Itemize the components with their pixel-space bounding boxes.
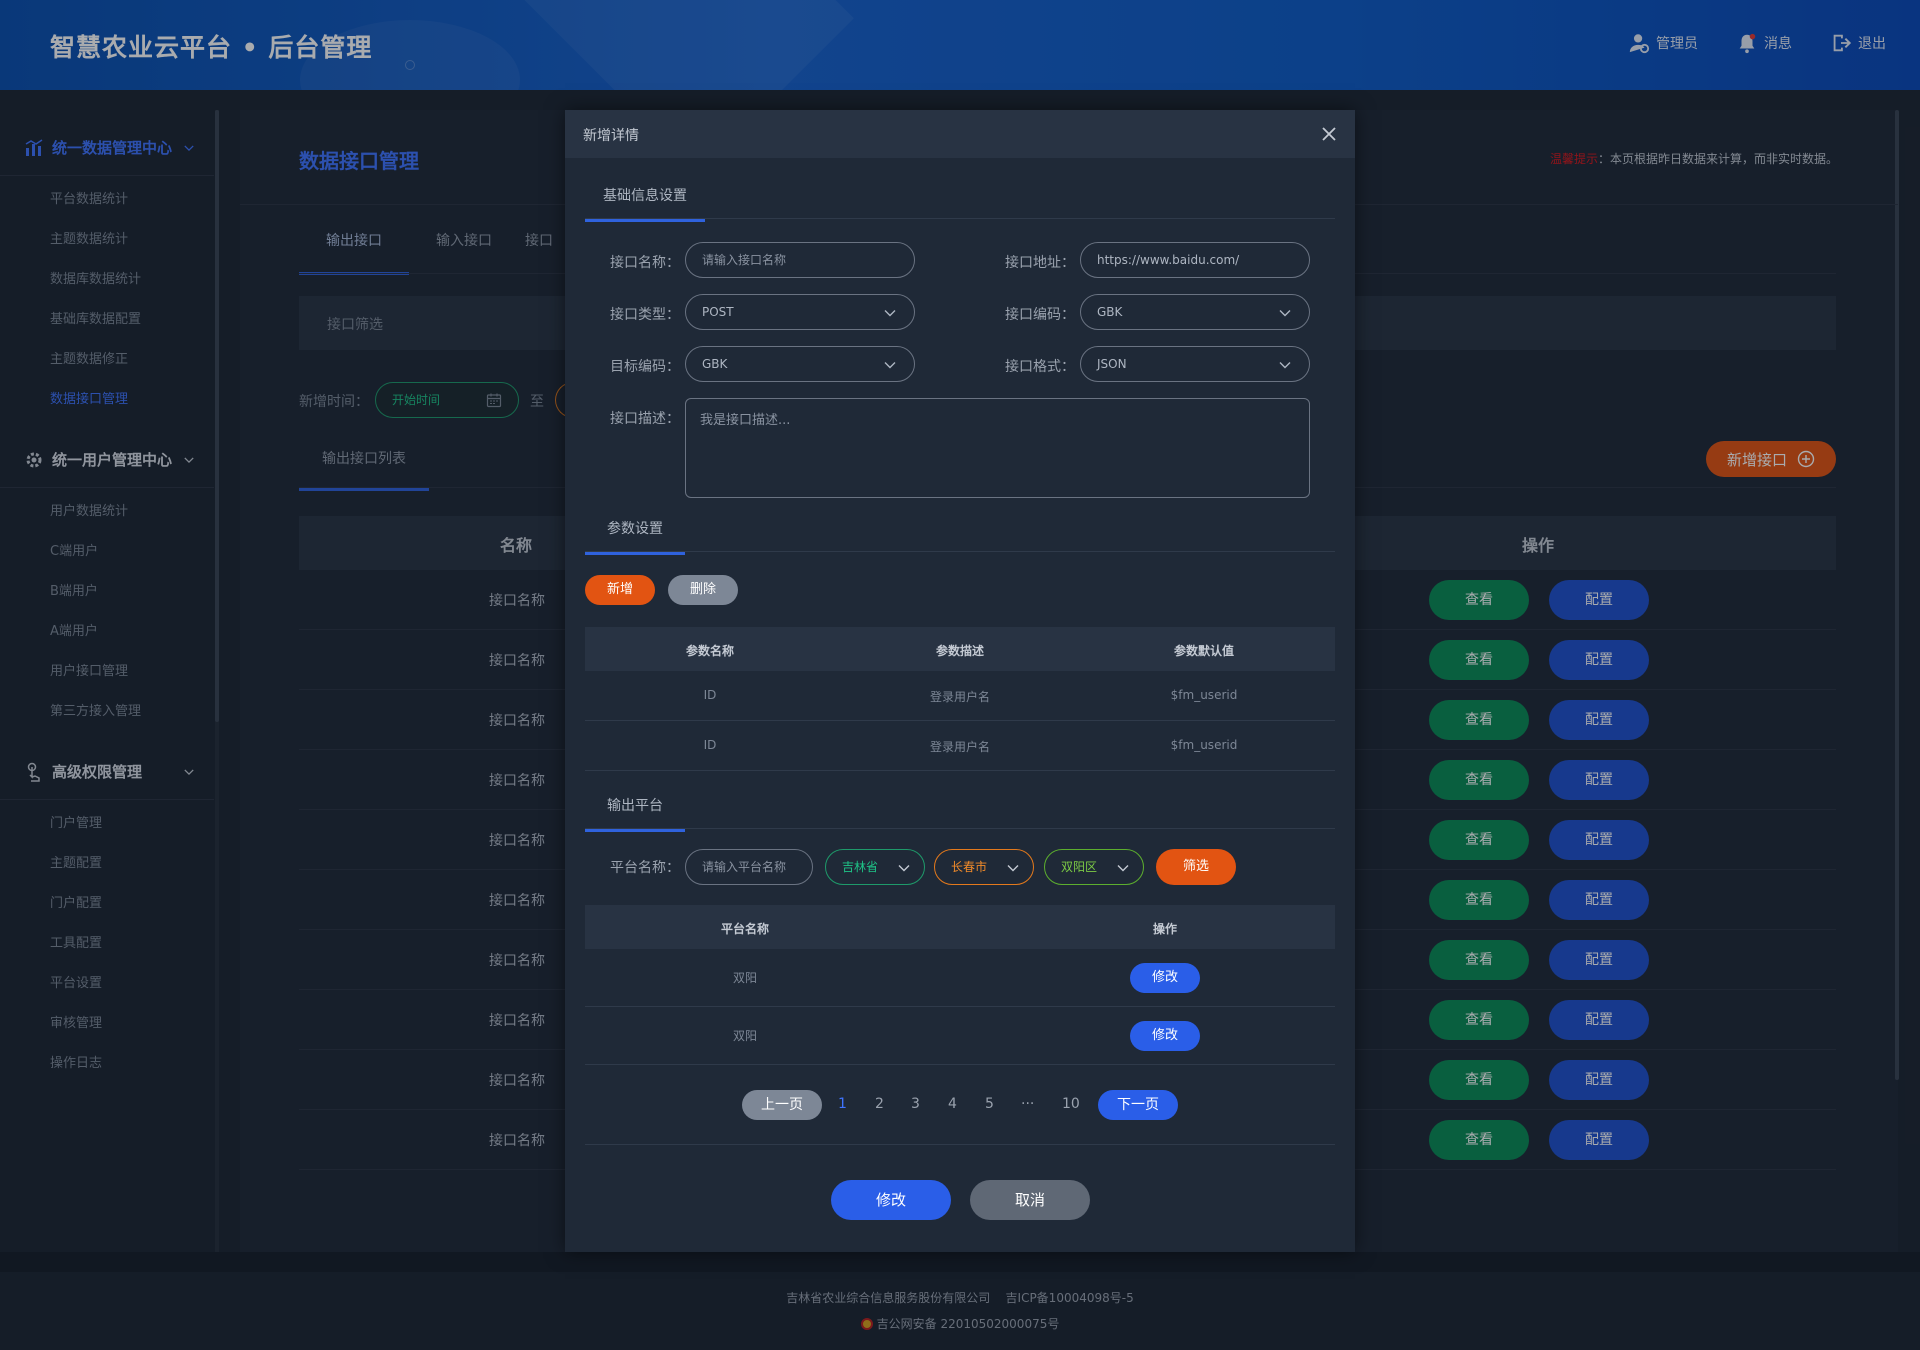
chevron-down-icon	[898, 865, 910, 872]
interface-format-select[interactable]: JSON	[1080, 346, 1310, 382]
divider	[585, 1144, 1335, 1145]
param-default-cell: $fm_userid	[1170, 738, 1238, 752]
interface-type-select[interactable]: POST	[685, 294, 915, 330]
divider	[585, 551, 1335, 552]
chevron-down-icon	[884, 310, 896, 317]
chevron-down-icon	[1279, 362, 1291, 369]
tab-output-platform[interactable]: 输出平台	[585, 795, 685, 832]
page-number[interactable]: 1	[838, 1096, 847, 1112]
page-number[interactable]: 10	[1062, 1096, 1080, 1112]
platform-name-cell: 双阳	[732, 1029, 758, 1043]
close-icon[interactable]	[1319, 124, 1339, 144]
cancel-button[interactable]: 取消	[970, 1180, 1090, 1220]
submit-button[interactable]: 修改	[831, 1180, 951, 1220]
interface-url-input[interactable]: https://www.baidu.com/	[1080, 242, 1310, 278]
desc-label: 接口描述：	[610, 411, 680, 427]
param-name-cell: ID	[703, 688, 717, 702]
target-label: 目标编码：	[610, 359, 680, 375]
chevron-down-icon	[1007, 865, 1019, 872]
type-label: 接口类型：	[610, 307, 680, 323]
filter-button[interactable]: 筛选	[1156, 849, 1236, 885]
param-default-cell: $fm_userid	[1170, 688, 1238, 702]
platform-col-name: 平台名称	[720, 922, 770, 936]
table-row[interactable]: 双阳 修改	[585, 949, 1335, 1007]
platform-table-header: 平台名称 操作	[585, 905, 1335, 949]
edit-platform-button[interactable]: 修改	[1130, 963, 1200, 993]
province-value: 吉林省	[842, 860, 879, 874]
format-label: 接口格式：	[1005, 359, 1075, 375]
delete-param-button[interactable]: 删除	[668, 575, 738, 605]
district-value: 双阳区	[1061, 860, 1098, 874]
page-number[interactable]: 5	[985, 1096, 994, 1112]
name-label: 接口名称：	[610, 255, 680, 271]
chevron-down-icon	[1279, 310, 1291, 317]
chevron-down-icon	[884, 362, 896, 369]
param-table-header: 参数名称 参数描述 参数默认值	[585, 627, 1335, 671]
province-select[interactable]: 吉林省	[825, 849, 925, 885]
pagination: 上一页 1 2 3 4 5 ··· 10 下一页	[565, 1090, 1355, 1120]
type-value: POST	[702, 305, 734, 319]
chevron-down-icon	[1117, 865, 1129, 872]
interface-desc-textarea[interactable]: 我是接口描述...	[685, 398, 1310, 498]
divider	[585, 828, 1335, 829]
platform-name-cell: 双阳	[732, 971, 758, 985]
target-value: GBK	[702, 357, 728, 371]
table-row[interactable]: ID 登录用户名 $fm_userid	[585, 721, 1335, 771]
modal-header: 新增详情	[565, 110, 1355, 158]
prev-page-button[interactable]: 上一页	[742, 1090, 822, 1120]
target-encoding-select[interactable]: GBK	[685, 346, 915, 382]
encoding-value: GBK	[1097, 305, 1123, 319]
param-name-cell: ID	[703, 738, 717, 752]
tab-params[interactable]: 参数设置	[585, 518, 685, 555]
add-detail-modal: 新增详情 基础信息设置 接口名称： 请输入接口名称 接口地址： https://…	[565, 110, 1355, 1252]
district-select[interactable]: 双阳区	[1044, 849, 1144, 885]
param-desc-cell: 登录用户名	[929, 690, 991, 704]
tab-basic-info[interactable]: 基础信息设置	[585, 185, 705, 222]
add-param-button[interactable]: 新增	[585, 575, 655, 605]
format-value: JSON	[1097, 357, 1127, 371]
platform-name-input[interactable]: 请输入平台名称	[685, 849, 813, 885]
page-ellipsis: ···	[1021, 1096, 1035, 1112]
page-number[interactable]: 2	[875, 1096, 884, 1112]
interface-encoding-select[interactable]: GBK	[1080, 294, 1310, 330]
city-select[interactable]: 长春市	[934, 849, 1034, 885]
page-number[interactable]: 4	[948, 1096, 957, 1112]
page-number[interactable]: 3	[911, 1096, 920, 1112]
edit-platform-button[interactable]: 修改	[1130, 1021, 1200, 1051]
param-col-name: 参数名称	[685, 644, 735, 658]
interface-name-input[interactable]: 请输入接口名称	[685, 242, 915, 278]
param-desc-cell: 登录用户名	[929, 740, 991, 754]
divider	[585, 218, 1335, 219]
param-col-desc: 参数描述	[935, 644, 985, 658]
platform-col-operation: 操作	[1152, 922, 1178, 936]
next-page-button[interactable]: 下一页	[1098, 1090, 1178, 1120]
table-row[interactable]: 双阳 修改	[585, 1007, 1335, 1065]
table-row[interactable]: ID 登录用户名 $fm_userid	[585, 671, 1335, 721]
city-value: 长春市	[951, 860, 988, 874]
url-label: 接口地址：	[1005, 255, 1075, 271]
encoding-label: 接口编码：	[1005, 307, 1075, 323]
modal-title: 新增详情	[583, 128, 639, 144]
platform-label: 平台名称：	[610, 860, 680, 876]
param-col-default: 参数默认值	[1173, 644, 1235, 658]
